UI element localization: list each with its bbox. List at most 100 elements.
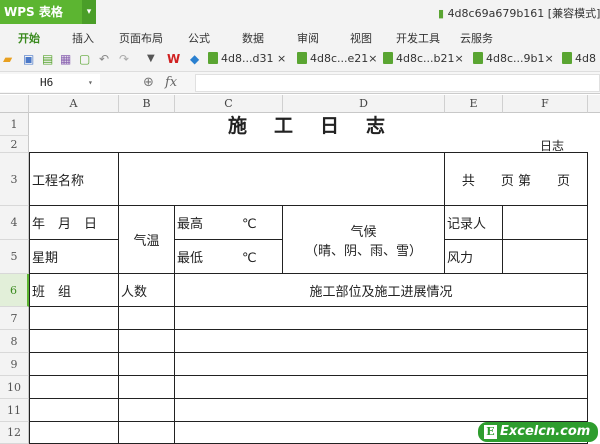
tab-formulas[interactable]: 公式 [188, 30, 210, 46]
print-preview-icon[interactable]: ▢ [79, 52, 90, 66]
column-header-e[interactable]: E [445, 95, 503, 113]
tab-data[interactable]: 数据 [242, 30, 264, 46]
tab-review[interactable]: 审阅 [297, 30, 319, 46]
table-cell[interactable] [29, 307, 119, 330]
cell-wind-label[interactable]: 风力 [445, 240, 503, 274]
weather-options: （晴、阴、雨、雪） [304, 243, 422, 259]
zoom-search-icon[interactable]: ⊕ [143, 75, 154, 90]
column-header-a[interactable]: A [29, 95, 119, 113]
spreadsheet-icon [297, 52, 307, 64]
row-header[interactable]: 9 [0, 353, 29, 376]
doc-tab[interactable]: 4d8c...e21× [297, 52, 378, 65]
sheet-title[interactable]: 施 工 日 志 [29, 113, 588, 137]
chevron-down-icon[interactable]: ▾ [88, 74, 93, 92]
document-title-text: 4d8c69a679b161 [兼容模式] - [447, 7, 600, 20]
wps-logo-icon[interactable]: W [167, 52, 180, 66]
tab-page-layout[interactable]: 页面布局 [119, 30, 163, 46]
weather-label: 气候 [350, 224, 377, 240]
cell-recorder-label[interactable]: 记录人 [445, 206, 503, 240]
export-pdf-icon[interactable]: ▤ [42, 52, 53, 66]
redo-icon[interactable]: ↷ [119, 52, 129, 66]
cell-date[interactable]: 年 月 日 [29, 206, 119, 240]
tab-cloud[interactable]: 云服务 [460, 30, 493, 46]
cell-temp-low[interactable]: 最低 ℃ [175, 240, 283, 274]
row-header[interactable]: 5 [0, 240, 29, 274]
cell-weather[interactable]: 气候 （晴、阴、雨、雪） [283, 206, 445, 274]
table-cell[interactable] [29, 376, 119, 399]
column-header-b[interactable]: B [119, 95, 175, 113]
table-cell[interactable] [119, 353, 175, 376]
column-header-g[interactable] [588, 95, 600, 113]
tab-insert[interactable]: 插入 [72, 30, 94, 46]
cell-progress-header[interactable]: 施工部位及施工进展情况 [175, 274, 588, 307]
print-icon[interactable]: ▦ [60, 52, 71, 66]
watermark: E Excelcn.com [478, 422, 598, 442]
column-header-c[interactable]: C [175, 95, 283, 113]
formula-input[interactable] [195, 74, 600, 92]
tab-home[interactable]: 开始 [18, 30, 40, 46]
cell-weekday[interactable]: 星期 [29, 240, 119, 274]
table-cell[interactable] [29, 330, 119, 353]
table-cell[interactable] [29, 399, 119, 422]
customize-dropdown-icon[interactable]: ▼ [147, 52, 155, 66]
document-title: ▮ 4d8c69a679b161 [兼容模式] - [438, 5, 600, 21]
cell-page-info[interactable]: 共 页 第 页 [445, 153, 588, 206]
column-header-f[interactable]: F [503, 95, 588, 113]
undo-icon[interactable]: ↶ [99, 52, 109, 66]
select-all-corner[interactable] [0, 95, 29, 113]
table-cell[interactable] [119, 422, 175, 444]
row-header[interactable]: 8 [0, 330, 29, 353]
chevron-down-icon[interactable]: ▾ [82, 0, 96, 24]
row-header-selected[interactable]: 6 [0, 274, 29, 307]
table-cell[interactable] [119, 330, 175, 353]
cell-recorder-value[interactable] [503, 206, 588, 240]
row-header[interactable]: 4 [0, 206, 29, 240]
cell-team-header[interactable]: 班 组 [29, 274, 119, 307]
row-header[interactable]: 10 [0, 376, 29, 399]
table-cell[interactable] [175, 376, 588, 399]
row-header[interactable]: 12 [0, 422, 29, 444]
column-header-d[interactable]: D [283, 95, 445, 113]
row-header[interactable]: 7 [0, 307, 29, 330]
table-cell[interactable] [29, 353, 119, 376]
cell-headcount-header[interactable]: 人数 [119, 274, 175, 307]
table-cell[interactable] [175, 330, 588, 353]
table-cell[interactable] [119, 376, 175, 399]
cell-temp-high[interactable]: 最高 ℃ [175, 206, 283, 240]
doc-tab[interactable]: 4d8c...9b1× [473, 52, 554, 65]
wps-menu-button[interactable]: WPS 表格 [0, 0, 82, 24]
tab-view[interactable]: 视图 [350, 30, 372, 46]
row-header[interactable]: 3 [0, 153, 29, 206]
watermark-logo: E [484, 425, 497, 439]
spreadsheet-icon [208, 52, 218, 64]
watermark-text: Excelcn.com [500, 424, 591, 439]
table-cell[interactable] [29, 422, 119, 444]
doc-tab[interactable]: 4d8c...b21× [383, 52, 464, 65]
row-header[interactable]: 1 [0, 113, 29, 136]
table-cell[interactable] [119, 307, 175, 330]
tab-developer[interactable]: 开发工具 [396, 30, 440, 46]
doc-tab-label: 4d8c...b21× [396, 52, 464, 65]
name-box[interactable]: H6 ▾ [0, 74, 100, 92]
row-header[interactable]: 2 [0, 136, 29, 153]
cell-project-name-label[interactable]: 工程名称 [29, 153, 119, 206]
table-cell[interactable] [175, 353, 588, 376]
cell-project-name-value[interactable] [119, 153, 445, 206]
cell-wind-value[interactable] [503, 240, 588, 274]
document-icon: ▮ [438, 7, 445, 20]
doc-tab-label: 4d8...d31 × [221, 52, 287, 65]
table-cell[interactable] [175, 399, 588, 422]
doc-tab-label: 4d8c...9b1× [486, 52, 554, 65]
row-header[interactable]: 11 [0, 399, 29, 422]
open-icon[interactable]: ▰ [3, 52, 12, 66]
table-cell[interactable] [175, 307, 588, 330]
table-cell[interactable] [119, 399, 175, 422]
function-icon[interactable]: fx [165, 75, 177, 90]
save-icon[interactable]: ▣ [23, 52, 34, 66]
doc-tab[interactable]: 4d8...d31 × [208, 52, 286, 65]
doc-tab[interactable]: 4d8 [562, 52, 596, 65]
cube-icon[interactable]: ◆ [190, 52, 199, 66]
cell-reference: H6 [40, 76, 54, 89]
spreadsheet-icon [562, 52, 572, 64]
cell-temperature-label[interactable]: 气温 [119, 206, 175, 274]
